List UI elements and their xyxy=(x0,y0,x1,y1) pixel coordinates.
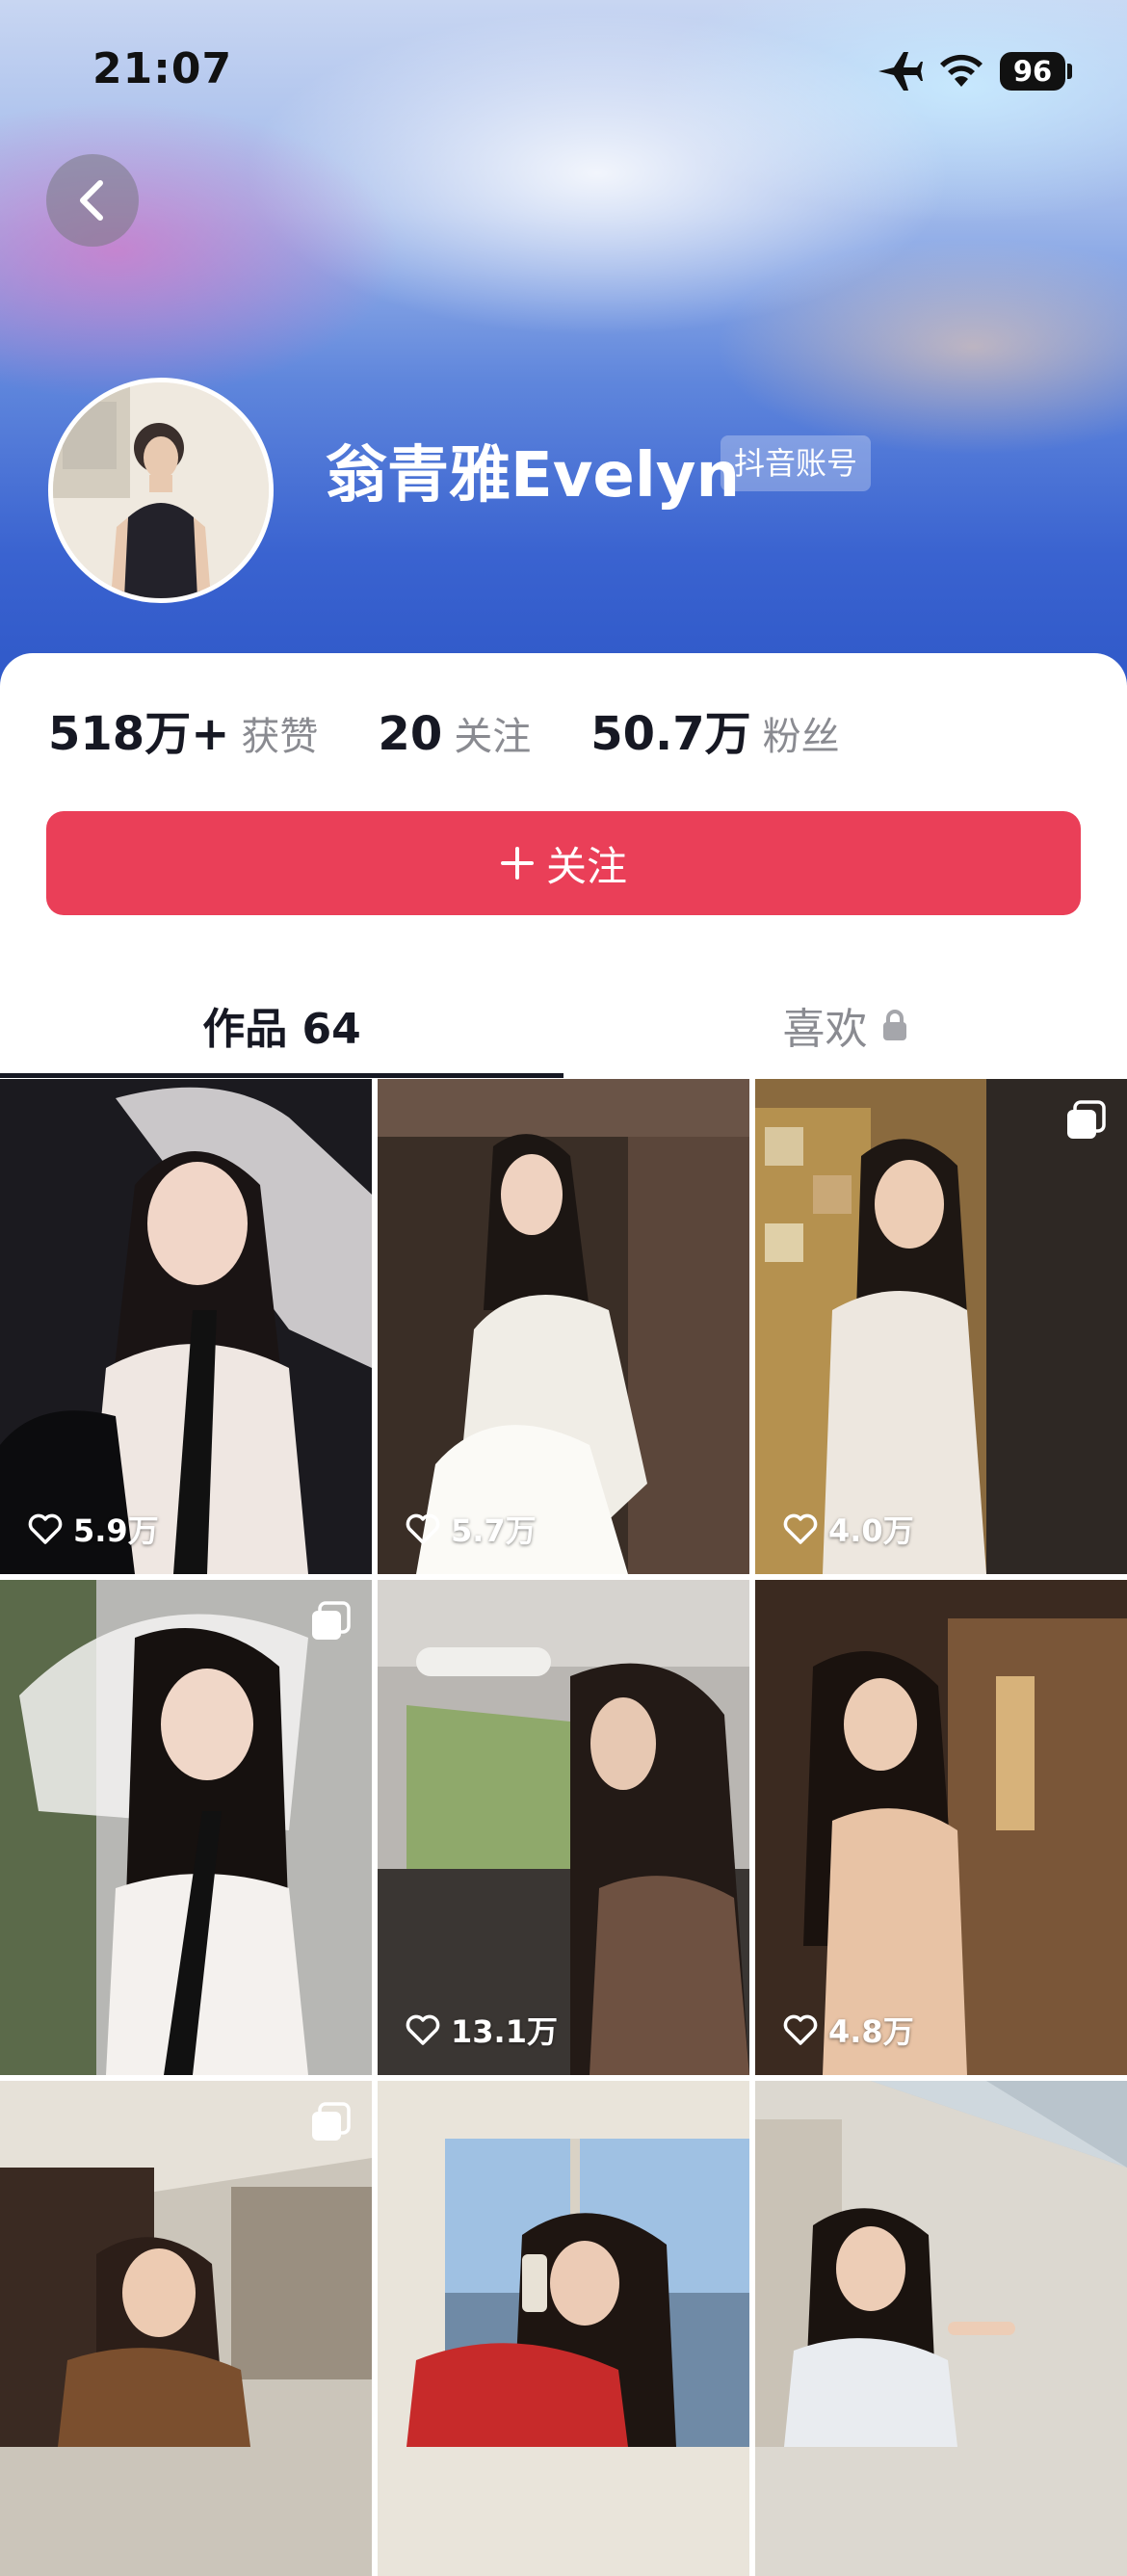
battery-tip xyxy=(1067,64,1072,79)
plus-icon xyxy=(500,847,534,880)
profile-tabs: 作品 64 喜欢 xyxy=(0,973,1127,1078)
back-button[interactable] xyxy=(46,154,139,247)
follow-button[interactable]: 关注 xyxy=(46,811,1081,915)
video-grid: 5.9万 5.7万 4.0万 13.1万 4.8万 xyxy=(0,1079,1127,2576)
video-tile[interactable] xyxy=(755,2081,1127,2576)
like-count: 13.1万 xyxy=(405,2008,558,2052)
multi-image-icon xyxy=(312,2102,351,2141)
video-tile[interactable]: 4.0万 xyxy=(755,1079,1127,1574)
tab-likes[interactable]: 喜欢 xyxy=(564,973,1127,1077)
like-count-value: 5.9万 xyxy=(73,1512,159,1549)
video-tile[interactable]: 5.9万 xyxy=(0,1079,372,1574)
profile-name: 翁青雅Evelyn xyxy=(326,440,741,512)
status-time: 21:07 xyxy=(92,44,233,93)
video-thumbnail xyxy=(0,1079,372,1574)
heart-icon xyxy=(406,1513,440,1544)
video-tile[interactable]: 4.8万 xyxy=(755,1580,1127,2075)
stat-likes[interactable]: 518万+ 获赞 xyxy=(48,696,318,763)
tab-works[interactable]: 作品 64 xyxy=(0,973,564,1077)
video-tile[interactable] xyxy=(378,2081,749,2576)
stat-label: 获赞 xyxy=(241,715,319,759)
heart-icon xyxy=(406,2014,440,2045)
video-thumbnail xyxy=(0,2081,372,2576)
avatar-photo xyxy=(53,382,269,598)
multi-image-icon xyxy=(1067,1100,1106,1139)
video-tile[interactable] xyxy=(0,2081,372,2576)
airplane-icon xyxy=(878,52,923,91)
like-count: 5.9万 xyxy=(27,1507,159,1551)
stat-label: 关注 xyxy=(454,715,532,759)
video-thumbnail xyxy=(378,2081,749,2576)
stat-value: 50.7万 xyxy=(590,707,751,761)
like-count: 4.8万 xyxy=(782,2008,914,2052)
like-count: 4.0万 xyxy=(782,1507,914,1551)
chevron-left-icon xyxy=(80,180,103,221)
lock-icon xyxy=(882,1010,906,1040)
video-thumbnail xyxy=(378,1079,749,1574)
stat-label: 粉丝 xyxy=(762,715,840,759)
tab-label: 作品 64 xyxy=(202,1005,361,1054)
like-count-value: 4.8万 xyxy=(828,2013,914,2050)
stat-value: 20 xyxy=(378,707,443,761)
video-thumbnail xyxy=(0,1580,372,2075)
multi-image-icon xyxy=(312,1601,351,1640)
video-thumbnail xyxy=(755,2081,1127,2576)
video-tile[interactable]: 5.7万 xyxy=(378,1079,749,1574)
profile-stats: 518万+ 获赞 20 关注 50.7万 粉丝 xyxy=(48,696,900,763)
stat-followers[interactable]: 50.7万 粉丝 xyxy=(590,696,839,763)
video-tile[interactable] xyxy=(0,1580,372,2075)
stat-value: 518万+ xyxy=(48,707,230,761)
tab-indicator xyxy=(0,1073,564,1078)
tab-label: 喜欢 xyxy=(782,1005,868,1054)
heart-icon xyxy=(783,1513,818,1544)
video-thumbnail xyxy=(378,1580,749,2075)
video-thumbnail xyxy=(755,1580,1127,2075)
heart-icon xyxy=(783,2014,818,2045)
like-count-value: 4.0万 xyxy=(828,1512,914,1549)
video-tile[interactable]: 13.1万 xyxy=(378,1580,749,2075)
wifi-icon xyxy=(940,54,983,87)
account-badge: 抖音账号 xyxy=(721,435,872,491)
like-count-value: 13.1万 xyxy=(451,2013,558,2050)
battery-icon: 96 xyxy=(1000,52,1065,91)
like-count: 5.7万 xyxy=(405,1507,537,1551)
like-count-value: 5.7万 xyxy=(451,1512,537,1549)
stat-following[interactable]: 20 关注 xyxy=(378,705,531,761)
follow-label: 关注 xyxy=(545,842,627,890)
video-thumbnail xyxy=(755,1079,1127,1574)
avatar[interactable] xyxy=(48,378,274,603)
status-bar: 21:07 96 xyxy=(0,0,1127,135)
heart-icon xyxy=(28,1513,63,1544)
